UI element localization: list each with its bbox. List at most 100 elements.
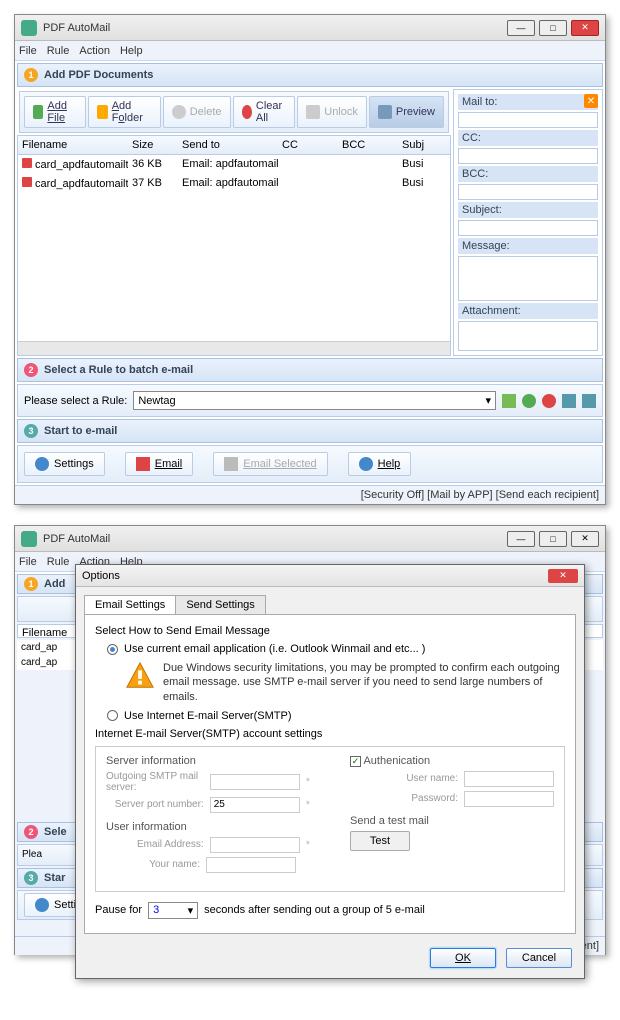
section-2-title: Select a Rule to batch e-mail <box>44 364 193 376</box>
attachment-label: Attachment: <box>458 303 598 319</box>
h-scrollbar[interactable] <box>18 341 450 355</box>
pdf-icon <box>22 158 32 168</box>
action-row: Settings Email Email Selected Help <box>17 445 603 483</box>
file-list: Filename Size Send to CC BCC Subj card_a… <box>17 135 451 356</box>
window-title: PDF AutoMail <box>43 533 507 545</box>
email-selected-button[interactable]: Email Selected <box>213 452 327 476</box>
your-name-label: Your name: <box>149 859 200 870</box>
mailto-field[interactable] <box>458 112 598 128</box>
table-row[interactable]: card_apdfautomailtest2 37 KB Email: apdf… <box>18 174 450 193</box>
radio-smtp[interactable] <box>107 710 118 721</box>
help-button[interactable]: Help <box>348 452 412 476</box>
clear-all-button[interactable]: Clear All <box>233 96 296 128</box>
col-size[interactable]: Size <box>128 136 178 154</box>
col-cc[interactable]: CC <box>278 136 338 154</box>
titlebar[interactable]: PDF AutoMail — □ ✕ <box>15 15 605 41</box>
file-list-header[interactable]: Filename Size Send to CC BCC Subj <box>18 136 450 155</box>
minimize-button[interactable]: — <box>507 531 535 547</box>
user-info-label: User information <box>106 821 310 833</box>
attachment-field[interactable] <box>458 321 598 351</box>
close-button[interactable]: ✕ <box>571 531 599 547</box>
dialog-close-button[interactable]: ✕ <box>548 569 578 583</box>
cc-label: CC: <box>458 130 598 146</box>
rule-export-icon[interactable] <box>582 394 596 408</box>
main-window-1: PDF AutoMail — □ ✕ File Rule Action Help… <box>14 14 606 505</box>
auth-checkbox[interactable] <box>350 756 361 767</box>
message-field[interactable] <box>458 256 598 301</box>
smtp-fieldset: Server information Outgoing SMTP mail se… <box>95 746 565 892</box>
cc-field[interactable] <box>458 148 598 164</box>
section-select-rule: 2 Select a Rule to batch e-mail <box>17 358 603 382</box>
ok-button[interactable]: OK <box>430 948 496 968</box>
smtp-server-input[interactable] <box>210 774 300 790</box>
menu-rule[interactable]: Rule <box>47 45 70 57</box>
close-button[interactable]: ✕ <box>571 20 599 36</box>
step-1-badge: 1 <box>24 68 38 82</box>
menu-rule[interactable]: Rule <box>47 556 70 568</box>
radio-current-app[interactable] <box>107 644 118 655</box>
rule-select[interactable]: Newtag ▾ <box>133 391 496 410</box>
step-3-badge: 3 <box>24 424 38 438</box>
add-folder-button[interactable]: Add Folder <box>88 96 160 128</box>
bcc-field[interactable] <box>458 184 598 200</box>
auth-label: Authenication <box>363 755 430 767</box>
rule-edit-icon[interactable] <box>502 394 516 408</box>
col-subj[interactable]: Subj <box>398 136 450 154</box>
menu-action[interactable]: Action <box>79 45 110 57</box>
table-row[interactable]: card_apdfautomailtest1 36 KB Email: apdf… <box>18 155 450 174</box>
rule-import-icon[interactable] <box>562 394 576 408</box>
section-1-title: Add PDF Documents <box>44 69 153 81</box>
add-file-button[interactable]: Add File <box>24 96 86 128</box>
username-input[interactable] <box>464 771 554 787</box>
tab-email-settings[interactable]: Email Settings <box>84 595 176 614</box>
rule-add-icon[interactable] <box>522 394 536 408</box>
email-button[interactable]: Email <box>125 452 194 476</box>
maximize-button[interactable]: □ <box>539 20 567 36</box>
mail-preview-panel: ✕ Mail to: CC: BCC: Subject: Message: At… <box>453 89 603 356</box>
unlock-button[interactable]: Unlock <box>297 96 367 128</box>
your-name-input[interactable] <box>206 857 296 873</box>
test-button[interactable]: Test <box>350 831 410 851</box>
mailto-label: Mail to: <box>458 94 598 110</box>
col-bcc[interactable]: BCC <box>338 136 398 154</box>
password-input[interactable] <box>464 791 554 807</box>
file-toolbar: Add File Add Folder Delete Clear All Unl… <box>19 91 449 133</box>
bcc-label: BCC: <box>458 166 598 182</box>
pdf-icon <box>22 177 32 187</box>
menu-file[interactable]: File <box>19 45 37 57</box>
send-test-label: Send a test mail <box>350 815 554 827</box>
maximize-button[interactable]: □ <box>539 531 567 547</box>
step-2-badge: 2 <box>24 363 38 377</box>
server-info-label: Server information <box>106 755 310 767</box>
section-3-title: Start to e-mail <box>44 425 117 437</box>
col-sendto[interactable]: Send to <box>178 136 278 154</box>
section-start-email: 3 Start to e-mail <box>17 419 603 443</box>
chevron-down-icon: ▾ <box>485 394 491 407</box>
panel-close-icon[interactable]: ✕ <box>584 94 598 108</box>
menu-help[interactable]: Help <box>120 45 143 57</box>
email-address-input[interactable] <box>210 837 300 853</box>
tab-send-settings[interactable]: Send Settings <box>175 595 266 614</box>
cancel-button[interactable]: Cancel <box>506 948 572 968</box>
lock-icon <box>306 105 320 119</box>
warning-icon <box>125 661 155 691</box>
delete-button[interactable]: Delete <box>163 96 231 128</box>
minimize-button[interactable]: — <box>507 20 535 36</box>
dialog-titlebar[interactable]: Options ✕ <box>76 565 584 587</box>
rule-row: Please select a Rule: Newtag ▾ <box>17 384 603 417</box>
app-icon <box>21 20 37 36</box>
radio-smtp-label: Use Internet E-mail Server(SMTP) <box>124 710 291 722</box>
subject-field[interactable] <box>458 220 598 236</box>
rule-delete-icon[interactable] <box>542 394 556 408</box>
clear-icon <box>242 105 252 119</box>
titlebar[interactable]: PDF AutoMail — □ ✕ <box>15 526 605 552</box>
col-filename[interactable]: Filename <box>18 136 128 154</box>
port-input[interactable] <box>210 797 300 813</box>
preview-button[interactable]: Preview <box>369 96 444 128</box>
mail-selected-icon <box>224 457 238 471</box>
pause-select[interactable]: 3▾ <box>148 902 198 919</box>
status-bar: [Security Off] [Mail by APP] [Send each … <box>15 485 605 504</box>
menu-file[interactable]: File <box>19 556 37 568</box>
email-address-label: Email Address: <box>137 839 204 850</box>
settings-button[interactable]: Settings <box>24 452 105 476</box>
